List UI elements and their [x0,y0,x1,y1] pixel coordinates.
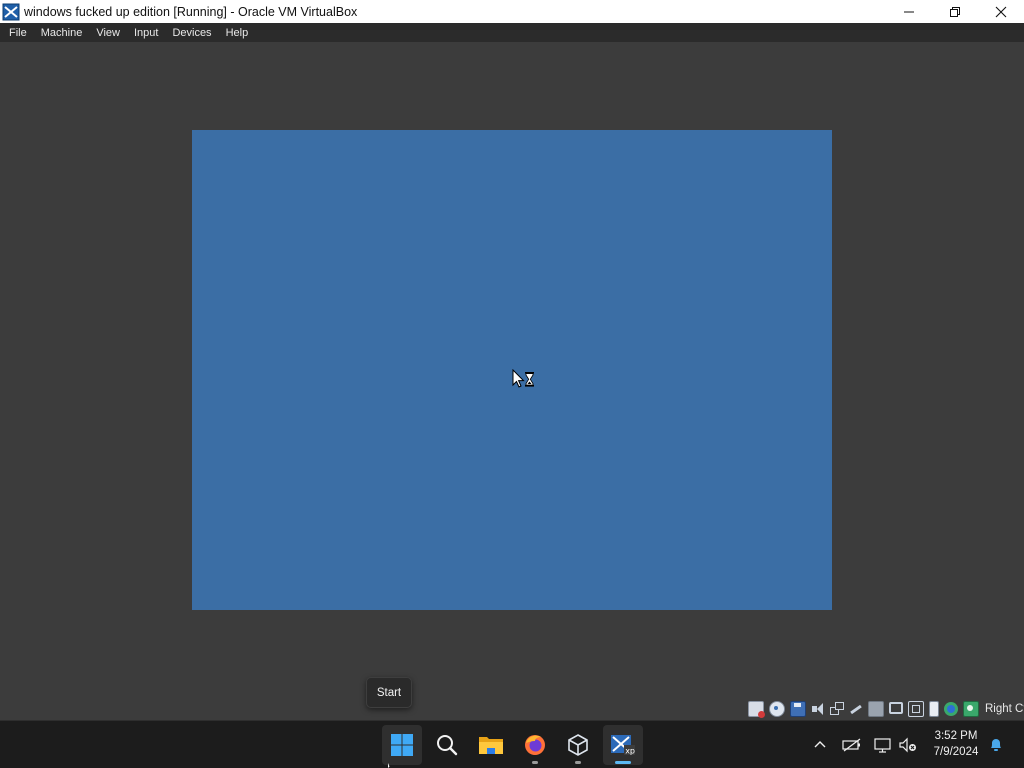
running-indicator [532,761,538,764]
notification-bell-icon [991,739,1001,751]
menu-input[interactable]: Input [129,27,163,39]
file-explorer-button[interactable] [471,725,511,765]
menu-bar: File Machine View Input Devices Help [0,23,1024,42]
running-indicator [575,761,581,764]
hard-disk-icon[interactable] [748,701,765,718]
usb-icon[interactable] [849,702,863,716]
volume-status[interactable] [898,735,918,755]
optical-disk-icon[interactable] [769,701,785,717]
audio-icon[interactable] [811,702,825,716]
network-monitor-icon [874,738,891,753]
firefox-button[interactable] [515,725,555,765]
floppy-icon[interactable] [790,701,806,717]
vm-status-bar: Right Ctrl [748,698,1024,720]
menu-file[interactable]: File [4,27,32,39]
recording-icon[interactable] [908,701,924,717]
taskbar-clock[interactable]: 3:52 PM 7/9/2024 [925,728,987,760]
windows-logo-icon [391,734,413,756]
taskbar: xp [0,720,1024,768]
firefox-icon [525,735,545,755]
close-icon [995,6,1007,17]
window-title: windows fucked up edition [Running] - Or… [24,4,358,19]
mouse-integration-icon[interactable] [963,701,979,717]
minimize-icon [904,11,914,12]
guest-screen[interactable] [192,130,832,610]
clock-time: 3:52 PM [934,730,978,742]
menu-machine[interactable]: Machine [36,27,88,39]
search-icon [437,735,458,756]
notification-button[interactable] [986,735,1006,755]
clock-date: 7/9/2024 [933,746,979,758]
busy-cursor-icon [512,369,534,388]
active-indicator [615,761,631,764]
network-icon[interactable] [830,702,844,716]
title-bar[interactable]: windows fucked up edition [Running] - Or… [0,0,1024,23]
vm-display-area[interactable] [0,42,1024,720]
display-icon[interactable] [889,702,903,714]
start-tooltip: Start [366,677,412,708]
virtualbox-cube-icon [568,734,588,756]
volume-muted-icon [899,737,916,753]
close-button[interactable] [978,0,1024,23]
battery-status[interactable] [842,735,862,755]
battery-plugged-icon [842,738,861,752]
guest-additions-icon[interactable] [944,702,958,716]
shared-folders-icon[interactable] [868,701,884,717]
restore-icon [950,6,960,17]
folder-icon [479,737,503,754]
show-hidden-icons-button[interactable] [810,735,830,755]
menu-devices[interactable]: Devices [167,27,216,39]
maximize-button[interactable] [932,0,978,23]
host-key-label[interactable]: Right Ctrl [985,703,1024,715]
minimize-button[interactable] [886,0,932,23]
network-status[interactable] [873,735,893,755]
menu-view[interactable]: View [91,27,125,39]
virtualbox-xp-icon: xp [611,735,635,756]
search-button[interactable] [427,725,467,765]
window-controls [886,0,1024,23]
menu-help[interactable]: Help [221,27,254,39]
start-button[interactable] [382,725,422,765]
svg-text:xp: xp [625,747,635,756]
vt-x-icon[interactable] [929,701,939,717]
virtualbox-app-icon [2,3,20,20]
virtualbox-manager-button[interactable] [558,725,598,765]
mouse-pointer-icon [388,763,390,768]
virtualbox-vm-button[interactable]: xp [603,725,643,765]
chevron-up-icon [814,741,826,748]
